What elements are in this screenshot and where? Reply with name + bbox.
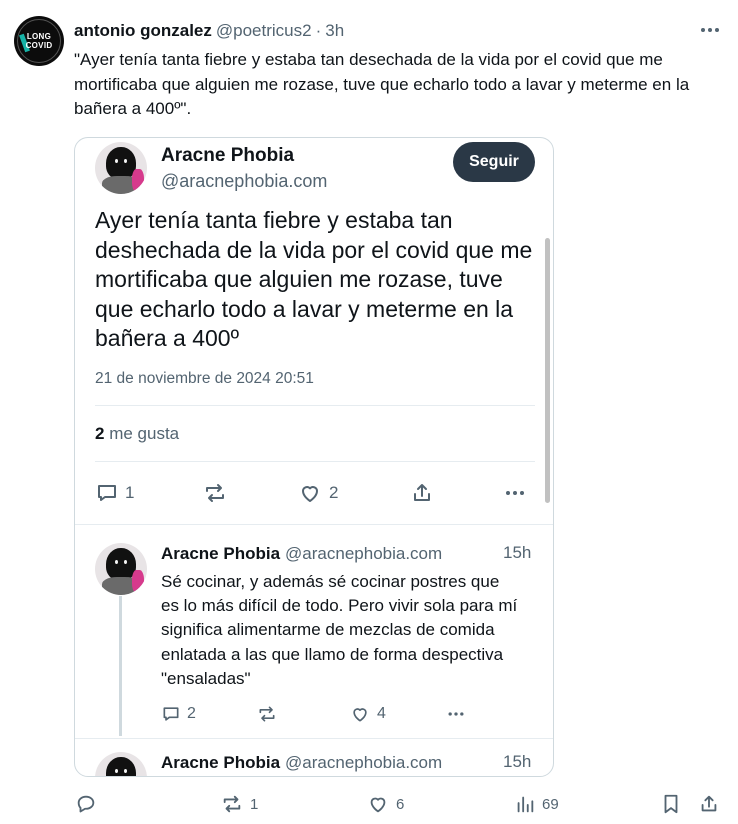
post-header: antonio gonzalez @poetricus2 · 3h bbox=[74, 20, 344, 42]
reply-reply-count: 2 bbox=[187, 705, 196, 722]
repost-count: 1 bbox=[250, 795, 259, 813]
reply-button[interactable] bbox=[74, 793, 104, 815]
embed-like-button[interactable]: 2 bbox=[297, 481, 338, 505]
views-button[interactable]: 69 bbox=[514, 793, 559, 815]
post-time[interactable]: 3h bbox=[325, 20, 344, 42]
heart-icon bbox=[370, 797, 386, 813]
reply-time[interactable]: 15h bbox=[503, 543, 531, 563]
follow-button[interactable]: Seguir bbox=[453, 142, 535, 182]
share-icon bbox=[414, 484, 430, 501]
reply-like-count: 4 bbox=[377, 705, 386, 722]
author-name[interactable]: antonio gonzalez bbox=[74, 20, 212, 42]
embed-post-text: Ayer tenía tanta fiebre y estaba tan des… bbox=[95, 207, 533, 351]
reply-time[interactable]: 15h bbox=[503, 752, 531, 772]
bookmark-icon bbox=[664, 794, 678, 814]
comment-icon bbox=[163, 707, 179, 721]
reply-more-button[interactable] bbox=[445, 704, 467, 724]
avatar-text-bottom: COVID bbox=[25, 40, 53, 50]
embed-reply-button[interactable]: 1 bbox=[95, 481, 134, 505]
heart-icon bbox=[353, 708, 367, 722]
divider bbox=[75, 738, 553, 739]
reply-author-avatar[interactable] bbox=[95, 543, 147, 595]
divider bbox=[95, 461, 535, 462]
analytics-icon bbox=[517, 796, 534, 813]
views-count: 69 bbox=[542, 795, 559, 813]
repost-button[interactable]: 1 bbox=[220, 793, 258, 815]
embed-author-name[interactable]: Aracne Phobia bbox=[161, 144, 294, 168]
embed-repost-button[interactable] bbox=[203, 481, 227, 505]
like-count: 6 bbox=[396, 795, 405, 813]
author-avatar[interactable]: LONG COVID bbox=[14, 16, 64, 66]
embed-share-button[interactable] bbox=[410, 481, 434, 505]
heart-icon bbox=[302, 486, 318, 502]
embed-author-handle[interactable]: @aracnephobia.com bbox=[161, 170, 327, 192]
divider bbox=[95, 405, 535, 406]
separator-dot: · bbox=[315, 21, 322, 40]
share-icon bbox=[701, 795, 717, 812]
reply-author-handle[interactable]: @aracnephobia.com bbox=[285, 752, 442, 774]
embed-post-date[interactable]: 21 de noviembre de 2024 20:51 bbox=[95, 370, 314, 388]
more-icon bbox=[448, 712, 464, 716]
reply-header: Aracne Phobia @aracnephobia.com bbox=[161, 752, 442, 774]
reply-reply-button[interactable]: 2 bbox=[161, 704, 196, 724]
embed-scrollbar[interactable] bbox=[545, 238, 550, 503]
author-handle[interactable]: @poetricus2 bbox=[216, 20, 312, 42]
reply-author-name[interactable]: Aracne Phobia bbox=[161, 543, 280, 565]
likes-summary[interactable]: 2 me gusta bbox=[95, 424, 179, 444]
reply-repost-button[interactable] bbox=[257, 704, 277, 724]
embed-like-count: 2 bbox=[329, 483, 339, 502]
embedded-post[interactable]: Aracne Phobia @aracnephobia.com Seguir A… bbox=[74, 137, 554, 777]
embed-author-avatar[interactable] bbox=[95, 142, 147, 194]
likes-label: me gusta bbox=[109, 424, 180, 443]
bookmark-button[interactable] bbox=[660, 793, 682, 815]
repost-icon bbox=[223, 795, 241, 813]
embed-reply-count: 1 bbox=[125, 483, 135, 502]
reply-bubble-icon bbox=[77, 795, 95, 813]
reply-header: Aracne Phobia @aracnephobia.com bbox=[161, 543, 442, 565]
like-button[interactable]: 6 bbox=[366, 793, 404, 815]
thread-connector bbox=[119, 596, 122, 736]
reply-author-name[interactable]: Aracne Phobia bbox=[161, 752, 280, 774]
repost-icon bbox=[259, 706, 275, 722]
post-text: "Ayer tenía tanta fiebre y estaba tan de… bbox=[74, 50, 690, 118]
avatar-text-top: LONG bbox=[26, 31, 52, 41]
more-icon bbox=[506, 491, 524, 495]
comment-icon bbox=[98, 485, 116, 501]
reply-author-handle[interactable]: @aracnephobia.com bbox=[285, 543, 442, 565]
divider bbox=[75, 524, 553, 525]
reply-like-button[interactable]: 4 bbox=[349, 704, 386, 724]
likes-number: 2 bbox=[95, 424, 105, 443]
more-options-icon[interactable] bbox=[698, 22, 722, 38]
reply-text: Sé cocinar, y además sé cocinar postres … bbox=[161, 572, 518, 688]
reply-author-avatar[interactable] bbox=[95, 752, 147, 776]
share-button[interactable] bbox=[698, 793, 720, 815]
embed-more-button[interactable] bbox=[503, 481, 527, 505]
repost-icon bbox=[206, 484, 224, 502]
